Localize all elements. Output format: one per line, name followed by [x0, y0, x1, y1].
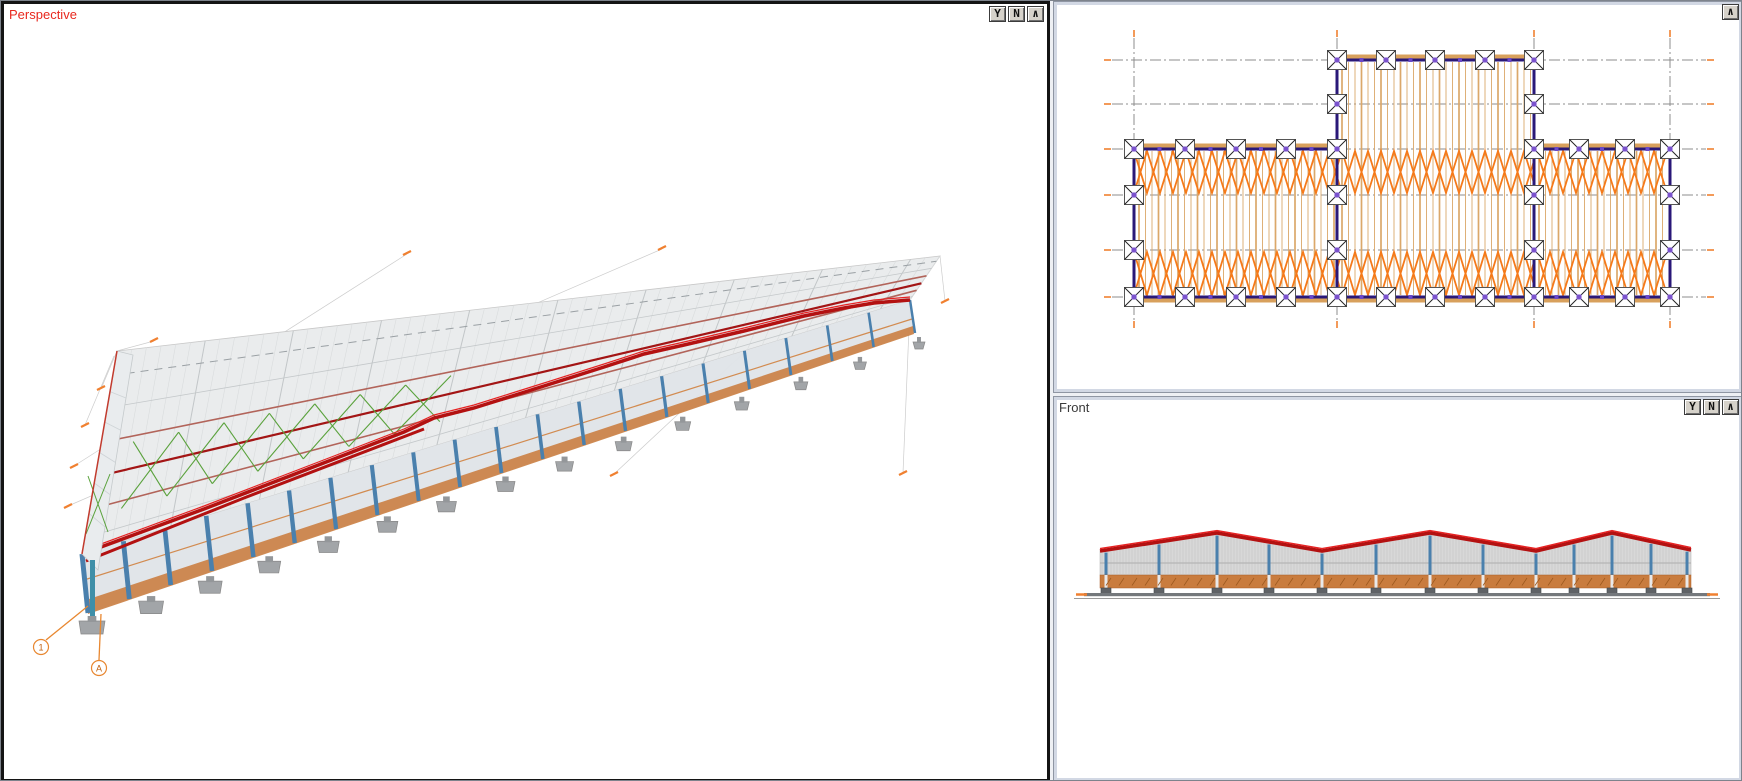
- plan-2d-view[interactable]: [1054, 2, 1742, 392]
- front-drawing: [1074, 529, 1720, 599]
- filter-button[interactable]: Y: [1684, 399, 1701, 415]
- perspective-model: 1A: [32, 245, 950, 677]
- roof-plane: [81, 255, 941, 555]
- north-button[interactable]: N: [1703, 399, 1720, 415]
- north-button[interactable]: N: [1008, 6, 1025, 22]
- viewport-title-perspective: Perspective: [9, 7, 77, 22]
- front-button-row: Y N ∧: [1684, 399, 1739, 415]
- viewport-front[interactable]: Front Y N ∧: [1053, 396, 1742, 781]
- viewport-plan[interactable]: ∧: [1053, 1, 1742, 393]
- plan-drawing: [1104, 30, 1714, 328]
- collapse-button[interactable]: ∧: [1722, 4, 1739, 20]
- viewport-title-front: Front: [1059, 400, 1090, 415]
- front-elevation-view[interactable]: [1054, 397, 1742, 781]
- filter-button[interactable]: Y: [989, 6, 1006, 22]
- perspective-3d-view[interactable]: 1A: [4, 4, 1047, 779]
- perspective-button-row: Y N ∧: [989, 6, 1044, 22]
- viewport-perspective[interactable]: Perspective Y N ∧ 1A: [1, 1, 1050, 780]
- collapse-button[interactable]: ∧: [1027, 6, 1044, 22]
- axis-label-A: A: [96, 664, 102, 674]
- axis-label-1: 1: [38, 643, 43, 653]
- collapse-button[interactable]: ∧: [1722, 399, 1739, 415]
- plan-button-row: ∧: [1722, 4, 1739, 20]
- app-window: Perspective Y N ∧ 1A ∧ Front Y N ∧: [0, 0, 1742, 781]
